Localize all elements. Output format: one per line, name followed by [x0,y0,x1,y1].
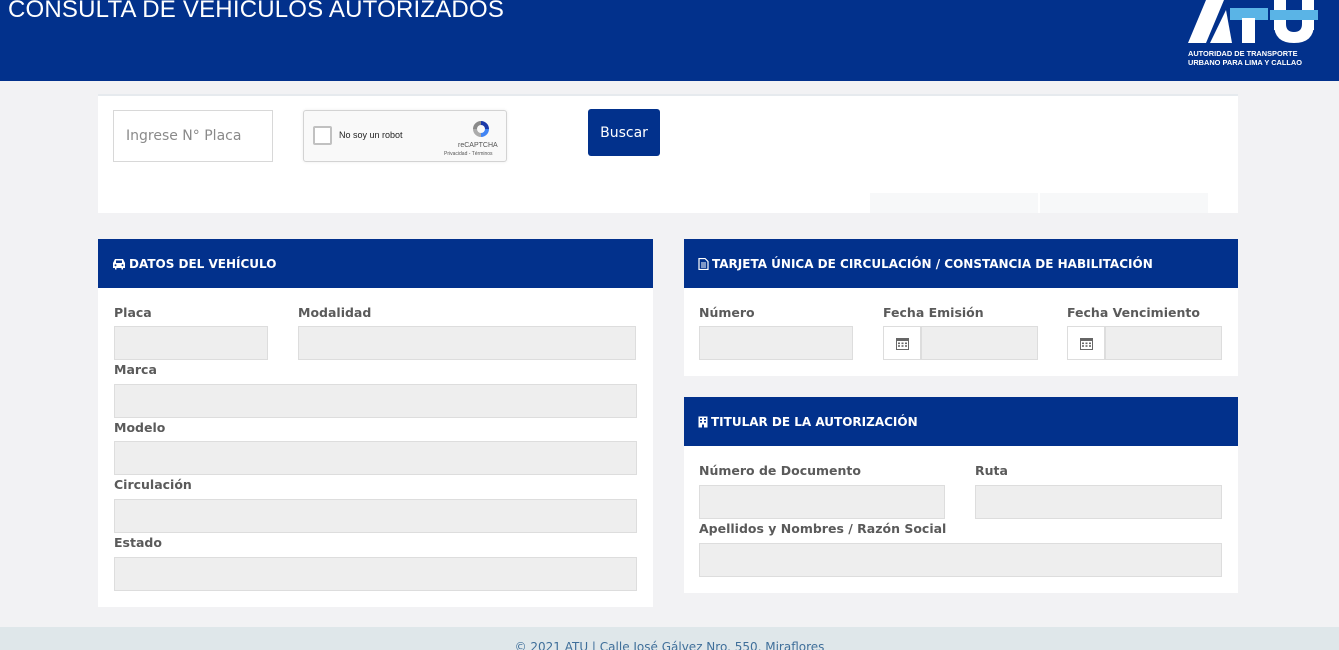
document-icon [698,257,709,270]
fecha-emision-label: Fecha Emisión [883,305,984,320]
recaptcha-label: No soy un robot [339,130,403,140]
recaptcha-brand: reCAPTCHA [458,142,498,149]
buscar-button[interactable]: Buscar [588,109,660,156]
modalidad-field [298,326,636,360]
tarjeta-title: TARJETA ÚNICA DE CIRCULACIÓN / CONSTANCI… [712,256,1153,271]
page-title: CONSULTA DE VEHÍCULOS AUTORIZADOS [8,0,505,23]
calendar-icon [1067,326,1105,360]
numero-label: Número [699,305,755,320]
ruta-label: Ruta [975,463,1008,478]
atu-logo: AUTORIDAD DE TRANSPORTE URBANO PARA LIMA… [1186,0,1326,72]
ruta-field [975,485,1222,519]
titular-panel: TITULAR DE LA AUTORIZACIÓN Número de Doc… [684,397,1238,593]
modelo-field [114,441,637,475]
tarjeta-header: TARJETA ÚNICA DE CIRCULACIÓN / CONSTANCI… [684,239,1238,288]
titular-title: TITULAR DE LA AUTORIZACIÓN [711,414,918,429]
apellidos-nombres-field [699,543,1222,577]
circulacion-label: Circulación [114,477,192,492]
estado-field [114,557,637,591]
tarjeta-panel: TARJETA ÚNICA DE CIRCULACIÓN / CONSTANCI… [684,239,1238,376]
footer: © 2021 ATU | Calle José Gálvez Nro. 550,… [0,627,1339,650]
placa-field [114,326,268,360]
atu-logo-text: AUTORIDAD DE TRANSPORTE URBANO PARA LIMA… [1188,49,1302,67]
numero-field [699,326,853,360]
tab-placeholder-1 [870,193,1038,213]
fecha-vencimiento-field [1105,326,1222,360]
titular-header: TITULAR DE LA AUTORIZACIÓN [684,397,1238,446]
fecha-emision-field [921,326,1038,360]
fecha-vencimiento-label: Fecha Vencimiento [1067,305,1200,320]
recaptcha-widget: No soy un robot reCAPTCHA Privacidad - T… [303,110,507,162]
footer-text: © 2021 ATU | Calle José Gálvez Nro. 550,… [514,640,825,650]
header-bar: CONSULTA DE VEHÍCULOS AUTORIZADOS AUTORI… [0,0,1339,81]
modelo-label: Modelo [114,420,166,435]
estado-label: Estado [114,535,162,550]
datos-vehiculo-header: DATOS DEL VEHÍCULO [98,239,653,288]
apellidos-nombres-label: Apellidos y Nombres / Razón Social [699,521,947,536]
datos-vehiculo-panel: DATOS DEL VEHÍCULO Placa Modalidad Marca… [98,239,653,607]
circulacion-field [114,499,637,533]
datos-vehiculo-title: DATOS DEL VEHÍCULO [129,256,277,271]
car-icon [112,258,126,270]
logo-line-2: URBANO PARA LIMA Y CALLAO [1188,58,1303,67]
marca-label: Marca [114,362,157,377]
atu-logo-mark [1188,0,1318,43]
recaptcha-terms-link[interactable]: Privacidad - Términos [444,151,493,157]
logo-line-1: AUTORIDAD DE TRANSPORTE [1188,49,1298,58]
numero-documento-field [699,485,945,519]
modalidad-label: Modalidad [298,305,372,320]
placa-search-input[interactable] [113,110,273,162]
search-card: No soy un robot reCAPTCHA Privacidad - T… [98,94,1238,213]
placa-label: Placa [114,305,152,320]
building-icon [698,416,708,428]
calendar-icon [883,326,921,360]
numero-documento-label: Número de Documento [699,463,861,478]
marca-field [114,384,637,418]
recaptcha-icon [473,121,489,137]
recaptcha-checkbox[interactable] [313,126,332,145]
tab-placeholder-2 [1040,193,1208,213]
